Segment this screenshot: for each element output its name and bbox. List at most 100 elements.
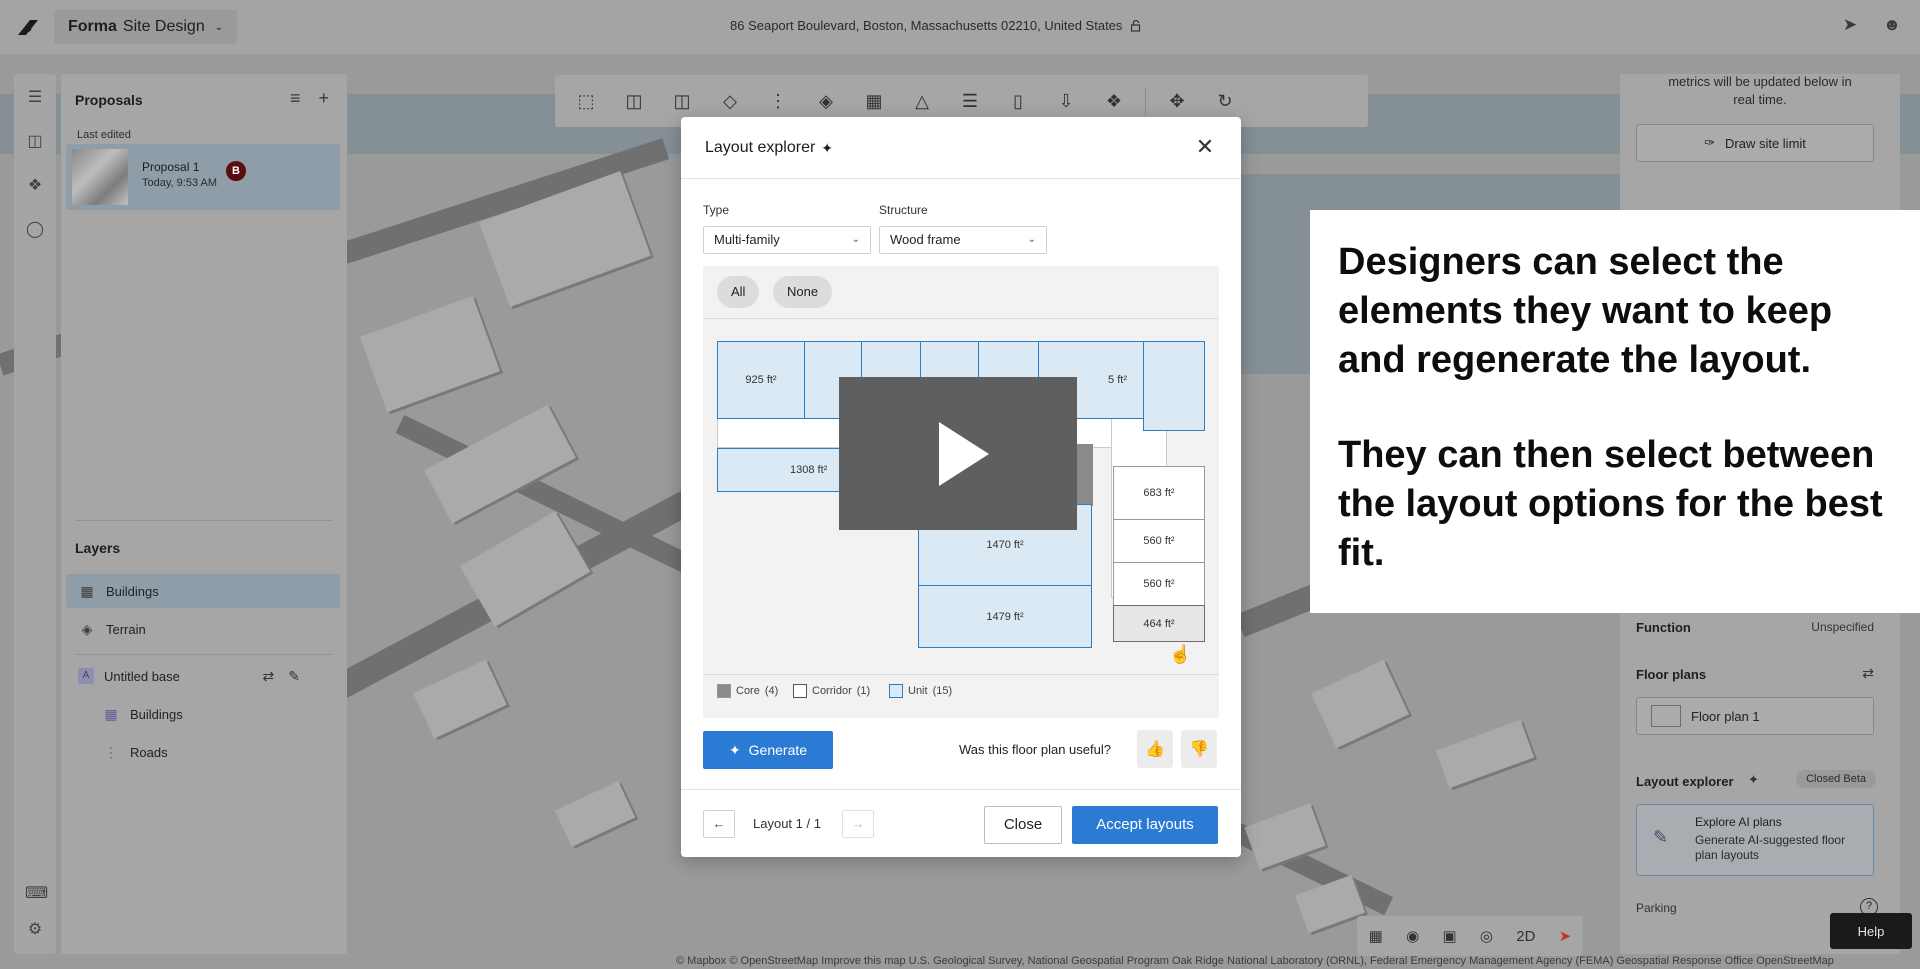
layers-tool-icon[interactable]: ❖ [1097,86,1131,116]
structure-value: Wood frame [890,232,961,247]
legend-unit-count: (15) [932,685,953,697]
unit-room[interactable] [1143,341,1205,431]
video-player[interactable] [839,377,1077,530]
unit-room[interactable]: 1479 ft² [918,585,1092,648]
volume-tool-icon[interactable]: ◫ [665,86,699,116]
edit-pencil-icon[interactable]: ✎ [288,668,300,685]
unlock-icon[interactable] [1130,19,1142,32]
collaborators-icon[interactable]: ☻ [1882,15,1902,35]
proposals-panel: Proposals ≡ + Last edited Proposal 1 Tod… [61,74,347,954]
unit-room[interactable]: 560 ft² [1113,562,1205,606]
previous-layout-button[interactable]: ← [703,810,735,838]
next-layout-button[interactable]: → [842,810,874,838]
chevron-down-icon: ⌄ [1027,234,1036,245]
dialog-header: Layout explorer ✦ ✕ [681,117,1241,179]
focus-icon[interactable]: ◎ [1480,927,1493,945]
unit-room[interactable]: 560 ft² [1113,519,1205,563]
site-address[interactable]: 86 Seaport Boulevard, Boston, Massachuse… [730,18,1142,33]
proposals-title: Proposals [75,92,143,108]
sparkle-icon: ✦ [728,741,741,758]
divider [75,520,333,521]
help-button[interactable]: Help [1830,913,1912,949]
caption-paragraph-1: Designers can select the elements they w… [1338,241,1833,381]
extensions-icon[interactable]: ❖ [25,176,45,196]
layer-label: Untitled base [104,668,180,684]
generate-button[interactable]: ✦ Generate [703,731,833,769]
tag-tool-icon[interactable]: ▯ [1001,86,1035,116]
explore-ai-plans-card[interactable]: ✎ Explore AI plans Generate AI-suggested… [1636,804,1874,876]
legend-corridor[interactable]: Corridor (1) [793,684,870,698]
road-tool-icon[interactable]: ⋮ [761,86,795,116]
thumbs-up-icon[interactable]: 👍 [1137,730,1173,768]
tree-tool-icon[interactable]: △ [905,86,939,116]
feedback-question: Was this floor plan useful? [959,742,1111,757]
view-controls-bar: ▦ ◉ ▣ ◎ 2D ➤ [1357,916,1583,956]
building-tool-icon[interactable]: ◫ [617,86,651,116]
add-proposal-icon[interactable]: + [318,88,329,109]
divider [703,674,1219,675]
menu-icon[interactable]: ☰ [25,88,45,108]
thumbs-down-icon[interactable]: 👎 [1181,730,1217,768]
app-switcher[interactable]: Forma Site Design ⌄ [54,10,238,44]
rocket-icon[interactable]: ➤ [1840,15,1860,35]
parking-label: Parking [1636,901,1677,915]
play-icon[interactable] [939,422,989,486]
compass-icon[interactable]: ➤ [1559,927,1572,945]
function-value[interactable]: Unspecified [1811,620,1874,634]
rotate-icon[interactable]: ↻ [1208,86,1242,116]
layer-item-terrain[interactable]: ◈ Terrain [66,612,340,646]
function-label: Function [1636,620,1691,635]
globe-icon[interactable]: ◯ [25,220,45,240]
unit-room[interactable]: 925 ft² [717,341,805,419]
map-attribution[interactable]: © Mapbox © OpenStreetMap Improve this ma… [676,955,1920,967]
unit-room-selected[interactable]: 464 ft² [1113,605,1205,642]
draw-site-limit-button[interactable]: ✑ Draw site limit [1636,124,1874,162]
type-select[interactable]: Multi-family ⌄ [703,226,871,254]
close-icon[interactable]: ✕ [1191,133,1219,161]
eye-icon[interactable]: ◉ [1406,927,1419,945]
select-all-button[interactable]: All [717,276,760,308]
surface-tool-icon[interactable]: ◇ [713,86,747,116]
base-a-icon: A [78,668,94,684]
accept-layouts-button[interactable]: Accept layouts [1072,806,1218,844]
legend-unit[interactable]: Unit (15) [889,684,952,698]
import-icon[interactable]: ⇩ [1049,86,1083,116]
floor-plan-item[interactable]: Floor plan 1 [1636,697,1874,735]
gear-icon[interactable]: ⚙ [25,920,45,940]
layer-label: Buildings [130,706,183,722]
layer-item-roads[interactable]: ⋮ Roads [66,735,340,769]
proposal-item[interactable]: Proposal 1 Today, 9:53 AM B [66,144,340,210]
keyboard-icon[interactable]: ⌨ [25,884,48,904]
grid-view-icon[interactable]: ▦ [1369,927,1383,945]
user-avatar-badge: B [226,161,246,181]
core-swatch [717,684,731,698]
select-none-button[interactable]: None [773,276,833,308]
swap-icon[interactable]: ⇄ [1862,665,1874,682]
view-2d-toggle[interactable]: 2D [1516,928,1535,945]
library-icon[interactable]: ◫ [25,132,45,152]
select-area-icon[interactable]: ⬚ [569,86,603,116]
buildings-layer-icon: ▦ [104,706,118,722]
unit-room[interactable]: 683 ft² [1113,466,1205,520]
layer-item-buildings[interactable]: ▦ Buildings [66,574,340,608]
camera-icon[interactable]: ▣ [1442,927,1456,945]
move-icon[interactable]: ✥ [1160,86,1194,116]
layer-item-untitled-base[interactable]: A Untitled base ⇄ ✎ [66,659,340,693]
autodesk-logo-icon[interactable] [16,17,40,37]
draw-site-limit-label: Draw site limit [1725,135,1806,151]
caption-paragraph-2: They can then select between the layout … [1338,434,1883,574]
parking-tool-icon[interactable]: ☰ [953,86,987,116]
legend-unit-label: Unit [908,685,928,697]
layer-item-base-buildings[interactable]: ▦ Buildings [66,697,340,731]
intro-text-line1: metrics will be updated below in [1668,74,1852,89]
filter-icon[interactable]: ≡ [290,88,301,109]
legend-core[interactable]: Core (4) [717,684,778,698]
divider [75,654,333,655]
corridor-swatch [793,684,807,698]
zone-tool-icon[interactable]: ◈ [809,86,843,116]
grid-tool-icon[interactable]: ▦ [857,86,891,116]
floor-plan-thumb-icon [1651,705,1681,727]
close-button[interactable]: Close [984,806,1062,844]
swap-icon[interactable]: ⇄ [263,668,275,685]
structure-select[interactable]: Wood frame ⌄ [879,226,1047,254]
